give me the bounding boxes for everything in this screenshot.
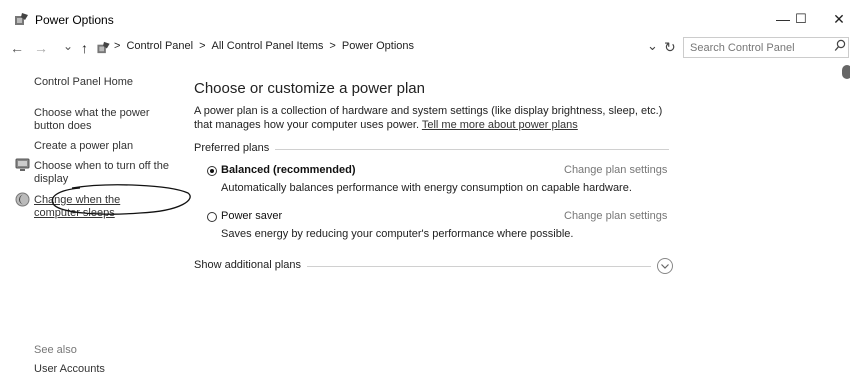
title-bar: [0, 0, 850, 36]
section-divider: [262, 149, 669, 150]
plan-balanced-description: Automatically balances performance with …: [221, 182, 632, 194]
see-also-label: See also: [34, 344, 77, 356]
plan-power-saver-radio[interactable]: [207, 212, 217, 222]
plan-power-saver-description: Saves energy by reducing your computer's…: [221, 228, 574, 240]
search-input[interactable]: [690, 40, 820, 55]
breadcrumb-control-panel[interactable]: Control Panel: [126, 40, 193, 52]
breadcrumb-power-options[interactable]: Power Options: [342, 40, 414, 52]
window-title: Power Options: [35, 13, 114, 27]
sidebar-link-power-button[interactable]: Choose what the power button does: [34, 107, 179, 133]
breadcrumb-separator: >: [199, 40, 206, 52]
plan-balanced-change-settings-link[interactable]: Change plan settings: [564, 164, 667, 176]
preferred-plans-label: Preferred plans: [194, 142, 276, 154]
power-options-icon: [15, 13, 28, 25]
breadcrumb-separator: >: [114, 40, 121, 52]
page-description: A power plan is a collection of hardware…: [194, 104, 664, 132]
learn-more-link[interactable]: Tell me more about power plans: [422, 119, 578, 131]
show-additional-plans-label[interactable]: Show additional plans: [194, 259, 308, 271]
chevron-circle-down-icon[interactable]: [656, 257, 674, 275]
breadcrumb-separator: >: [329, 40, 336, 52]
up-button[interactable]: ↑: [81, 40, 88, 56]
search-icon[interactable]: [834, 39, 846, 53]
display-icon: [15, 158, 30, 171]
search-box[interactable]: [683, 37, 849, 58]
plan-balanced-name[interactable]: Balanced (recommended): [221, 164, 355, 176]
plan-power-saver-change-settings-link[interactable]: Change plan settings: [564, 210, 667, 222]
close-button[interactable]: ✕: [819, 6, 850, 32]
sidebar-home-link[interactable]: Control Panel Home: [34, 76, 179, 89]
additional-plans-divider: [299, 266, 651, 267]
back-button[interactable]: ←: [10, 40, 24, 56]
plan-power-saver-name[interactable]: Power saver: [221, 210, 282, 222]
breadcrumb-all-items[interactable]: All Control Panel Items: [212, 40, 324, 52]
recent-locations-button[interactable]: ⌄: [63, 38, 73, 54]
breadcrumb: > Control Panel > All Control Panel Item…: [114, 40, 414, 52]
refresh-button[interactable]: ↻: [664, 39, 676, 56]
address-dropdown-button[interactable]: ⌄: [647, 38, 658, 54]
sidebar-link-user-accounts[interactable]: User Accounts: [34, 363, 179, 376]
maximize-button[interactable]: ☐: [781, 6, 821, 32]
hand-drawn-circle-annotation: [51, 184, 191, 215]
sleep-moon-icon: [15, 192, 30, 207]
plan-balanced-radio[interactable]: [207, 166, 217, 176]
sidebar-link-create-plan[interactable]: Create a power plan: [34, 140, 179, 153]
scroll-thumb[interactable]: [842, 65, 850, 79]
page-title: Choose or customize a power plan: [194, 80, 425, 97]
forward-button[interactable]: →: [34, 40, 48, 56]
